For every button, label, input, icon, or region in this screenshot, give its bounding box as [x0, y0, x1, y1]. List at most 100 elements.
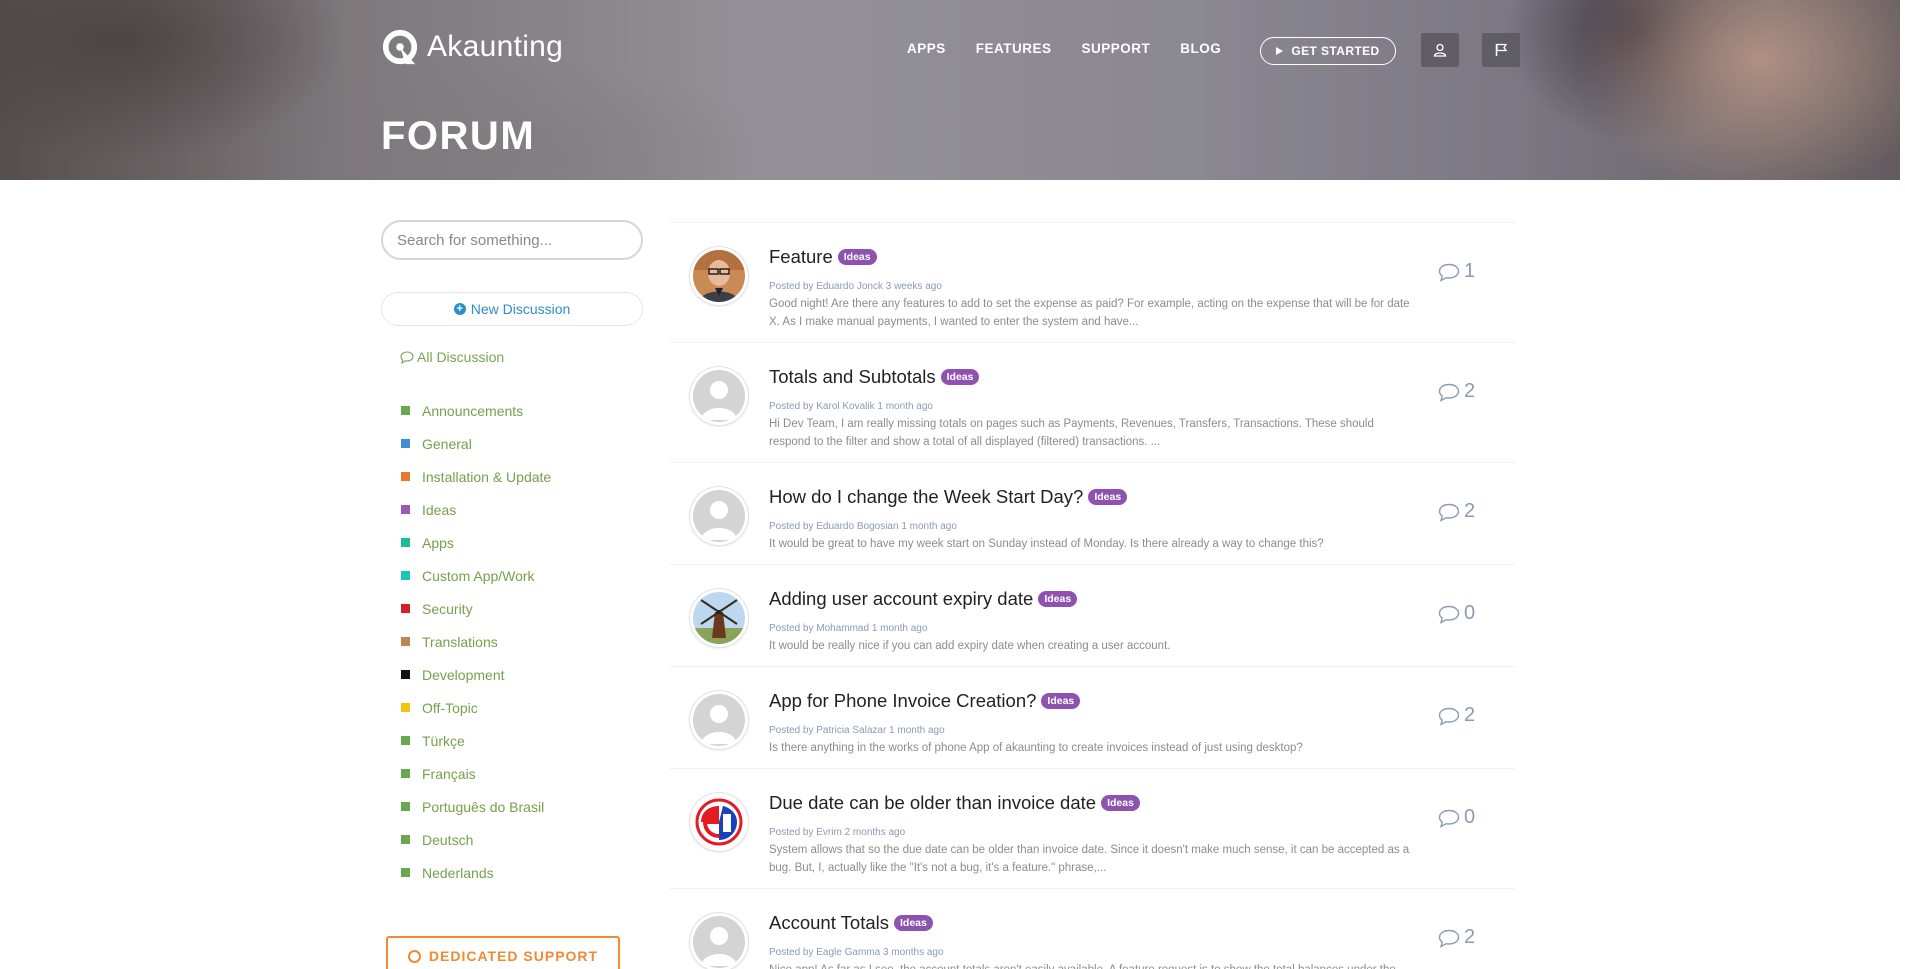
discussion-item[interactable]: How do I change the Week Start Day? Ideas… — [670, 462, 1515, 564]
get-started-button[interactable]: GET STARTED — [1260, 37, 1396, 65]
discussion-item[interactable]: Account Totals Ideas Posted by Eagle Gamma… — [670, 888, 1515, 969]
category-tag[interactable]: Ideas — [1038, 591, 1078, 607]
discussion-item[interactable]: Feature Ideas Posted by Eduardo Jonck 3 we… — [670, 222, 1515, 342]
sidebar-category-item[interactable]: Security — [401, 592, 551, 625]
nav-apps[interactable]: APPS — [907, 41, 946, 56]
category-tag[interactable]: Ideas — [940, 369, 980, 385]
search-input[interactable] — [381, 220, 643, 260]
discussion-title-row: Account Totals Ideas — [769, 912, 933, 934]
discussion-meta: Posted by Eagle Gamma 3 months ago — [769, 947, 944, 958]
sidebar-category-item[interactable]: Deutsch — [401, 823, 551, 856]
sidebar-category-item[interactable]: Development — [401, 658, 551, 691]
comment-count-value: 2 — [1464, 704, 1476, 726]
category-color-dot — [401, 571, 410, 580]
sidebar-category-item[interactable]: Installation & Update — [401, 460, 551, 493]
author-avatar[interactable] — [690, 913, 748, 969]
get-started-label: GET STARTED — [1291, 44, 1380, 58]
discussion-title-row: App for Phone Invoice Creation? Ideas — [769, 690, 1081, 712]
sidebar-category-item[interactable]: Nederlands — [401, 856, 551, 889]
sidebar-category-item[interactable]: Off-Topic — [401, 691, 551, 724]
comment-icon — [1438, 263, 1460, 282]
discussion-meta: Posted by Eduardo Jonck 3 weeks ago — [769, 281, 942, 292]
author-avatar[interactable] — [690, 487, 748, 545]
discussion-title[interactable]: App for Phone Invoice Creation? — [769, 690, 1036, 712]
category-tag[interactable]: Ideas — [1088, 489, 1128, 505]
author-avatar[interactable] — [690, 691, 748, 749]
discussion-title-row: Totals and Subtotals Ideas — [769, 366, 980, 388]
category-color-dot — [401, 439, 410, 448]
discussion-title[interactable]: Totals and Subtotals — [769, 366, 936, 388]
category-tag[interactable]: Ideas — [1101, 795, 1140, 811]
category-color-dot — [401, 670, 410, 679]
avatar-image — [693, 694, 745, 746]
account-button[interactable] — [1421, 33, 1459, 67]
category-tag[interactable]: Ideas — [893, 915, 933, 931]
author-avatar[interactable] — [690, 793, 748, 851]
nav-features[interactable]: FEATURES — [976, 41, 1052, 56]
discussion-item[interactable]: App for Phone Invoice Creation? Ideas Post… — [670, 666, 1515, 768]
nav-support[interactable]: SUPPORT — [1082, 41, 1151, 56]
language-button[interactable] — [1482, 33, 1520, 67]
discussion-item[interactable]: Due date can be older than invoice date I… — [670, 768, 1515, 888]
category-color-dot — [401, 406, 410, 415]
discussion-item[interactable]: Totals and Subtotals Ideas Posted by Karol… — [670, 342, 1515, 462]
sidebar-category-item[interactable]: Custom App/Work — [401, 559, 551, 592]
comment-count: 2 — [1438, 926, 1475, 949]
category-color-dot — [401, 538, 410, 547]
category-color-dot — [401, 868, 410, 877]
category-color-dot — [401, 703, 410, 712]
all-discussion-link[interactable]: All Discussion — [400, 349, 504, 365]
dedicated-support-button[interactable]: DEDICATED SUPPORT — [386, 936, 620, 969]
comment-icon — [1438, 503, 1460, 522]
category-label: General — [422, 435, 472, 452]
category-label: Installation & Update — [422, 468, 552, 485]
sidebar-category-item[interactable]: Apps — [401, 526, 551, 559]
avatar-image — [693, 796, 745, 848]
author-avatar[interactable] — [690, 367, 748, 425]
discussion-meta: Posted by Patricia Salazar 1 month ago — [769, 725, 945, 736]
new-discussion-label: New Discussion — [470, 301, 571, 317]
user-icon — [1433, 43, 1447, 57]
brand-logo[interactable]: Akaunting — [381, 28, 563, 66]
new-discussion-button[interactable]: + New Discussion — [381, 292, 643, 326]
discussion-meta: Posted by Mohammad 1 month ago — [769, 623, 928, 634]
discussion-title[interactable]: Adding user account expiry date — [769, 588, 1033, 610]
discussion-meta: Posted by Karol Kovalik 1 month ago — [769, 401, 933, 412]
page-title: FORUM — [381, 114, 536, 158]
sidebar-category-item[interactable]: General — [401, 427, 551, 460]
play-icon — [1276, 47, 1284, 55]
sidebar-category-item[interactable]: Announcements — [401, 394, 551, 427]
discussion-title[interactable]: Account Totals — [769, 912, 889, 934]
category-label: Nederlands — [422, 864, 494, 881]
discussion-title-row: Feature Ideas — [769, 246, 877, 268]
discussion-excerpt: Nice app! As far as I see, the account t… — [769, 961, 1414, 969]
category-tag[interactable]: Ideas — [837, 249, 877, 265]
all-discussion-label: All Discussion — [417, 349, 505, 365]
sidebar-category-item[interactable]: Ideas — [401, 493, 551, 526]
avatar-image — [693, 592, 745, 644]
discussion-title[interactable]: Feature — [769, 246, 833, 268]
discussion-title-row: Adding user account expiry date Ideas — [769, 588, 1078, 610]
category-label: Português do Brasil — [422, 798, 545, 815]
category-color-dot — [401, 505, 410, 514]
sidebar-category-item[interactable]: Türkçe — [401, 724, 551, 757]
comment-count: 0 — [1438, 602, 1475, 625]
sidebar-category-item[interactable]: Português do Brasil — [401, 790, 551, 823]
avatar-image — [693, 916, 745, 968]
category-tag[interactable]: Ideas — [1041, 693, 1081, 709]
brand-name: Akaunting — [427, 30, 564, 63]
discussion-title[interactable]: Due date can be older than invoice date — [769, 792, 1096, 814]
author-avatar[interactable] — [690, 589, 748, 647]
discussion-excerpt: Hi Dev Team, I am really missing totals … — [769, 418, 1374, 448]
category-label: Announcements — [422, 402, 524, 419]
sidebar-category-item[interactable]: Français — [401, 757, 551, 790]
author-avatar[interactable] — [690, 247, 748, 305]
discussion-title[interactable]: How do I change the Week Start Day? — [769, 486, 1083, 508]
comment-count-value: 0 — [1464, 806, 1476, 828]
category-color-dot — [401, 736, 410, 745]
comment-count-value: 2 — [1464, 380, 1476, 402]
discussion-item[interactable]: Adding user account expiry date Ideas Post… — [670, 564, 1515, 666]
sidebar-category-item[interactable]: Translations — [401, 625, 551, 658]
nav-blog[interactable]: BLOG — [1180, 41, 1221, 56]
lifebuoy-icon — [407, 950, 421, 963]
